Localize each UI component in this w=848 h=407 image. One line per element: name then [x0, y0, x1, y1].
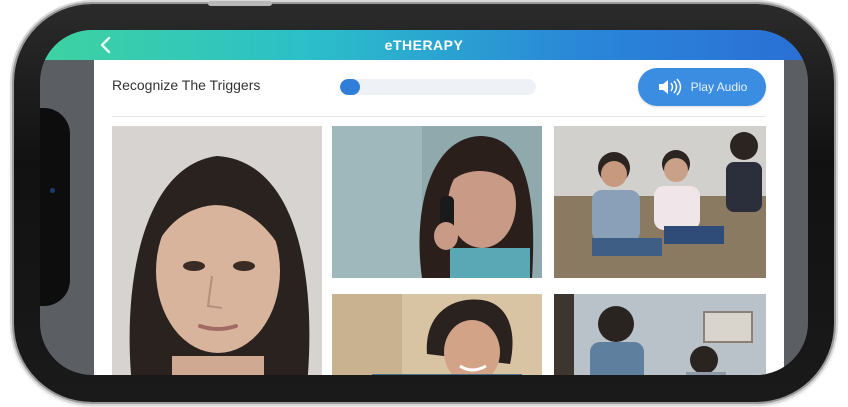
- camera-dot: [50, 188, 55, 193]
- phone-screen: eTHERAPY Recognize The Triggers Play Aud…: [40, 30, 808, 375]
- progress-fill: [340, 79, 360, 95]
- chevron-left-icon: [100, 36, 111, 54]
- back-button[interactable]: [96, 34, 116, 56]
- app-title: eTHERAPY: [384, 37, 464, 53]
- play-audio-label: Play Audio: [690, 80, 748, 94]
- photo-people-in-room[interactable]: [554, 294, 766, 375]
- play-audio-button[interactable]: Play Audio: [638, 68, 766, 106]
- photo-woman-portrait[interactable]: [112, 126, 322, 375]
- photo-man-smiling[interactable]: [332, 294, 542, 375]
- app-header: eTHERAPY: [40, 30, 808, 60]
- speaker-icon: [658, 78, 681, 96]
- header-divider: [112, 116, 766, 117]
- photo-group-on-couch[interactable]: [554, 126, 766, 278]
- progress-bar: [340, 79, 536, 95]
- phone-side-button: [208, 1, 272, 6]
- phone-frame: eTHERAPY Recognize The Triggers Play Aud…: [14, 1, 834, 402]
- photo-woman-on-phone[interactable]: [332, 126, 542, 278]
- task-title: Recognize The Triggers: [112, 77, 261, 93]
- main-content: Recognize The Triggers Play Audio: [94, 60, 784, 375]
- phone-notch: [40, 108, 70, 306]
